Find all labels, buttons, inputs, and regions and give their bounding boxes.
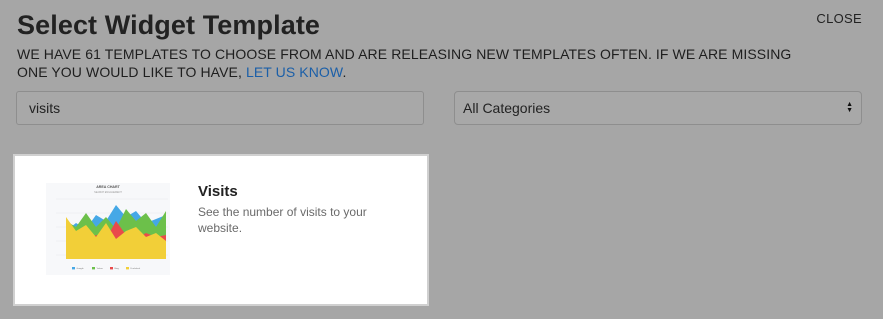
area-chart-thumbnail-icon: AREA CHART SEARCH ENGAGEMENT Google Yaho… [56, 185, 168, 270]
thumb-title: AREA CHART [96, 185, 120, 189]
template-card-visits[interactable]: AREA CHART SEARCH ENGAGEMENT Google Yaho… [13, 154, 429, 306]
dialog-title: Select Widget Template [17, 10, 321, 40]
thumb-legend: Google Yahoo Bing Duckduck [72, 267, 141, 270]
svg-text:Bing: Bing [115, 268, 120, 270]
template-name: Visits [198, 183, 238, 200]
template-description: See the number of visits to your website… [198, 205, 367, 235]
intro-body: WE HAVE 61 TEMPLATES TO CHOOSE FROM AND … [17, 46, 792, 80]
category-select[interactable]: All Categories ▲ ▼ [454, 91, 862, 125]
svg-text:Google: Google [77, 268, 85, 270]
category-select-value: All Categories [463, 100, 551, 116]
thumb-subtitle: SEARCH ENGAGEMENT [94, 191, 122, 194]
let-us-know-link[interactable]: LET US KNOW [246, 64, 343, 80]
svg-text:Yahoo: Yahoo [97, 268, 104, 270]
template-thumbnail: AREA CHART SEARCH ENGAGEMENT Google Yaho… [46, 183, 170, 275]
intro-end: . [342, 64, 347, 80]
search-input[interactable] [16, 91, 424, 125]
svg-text:Duckduck: Duckduck [131, 268, 142, 270]
select-arrows-icon: ▲ ▼ [846, 101, 853, 114]
intro-text: WE HAVE 61 TEMPLATES TO CHOOSE FROM AND … [17, 45, 817, 81]
close-button[interactable]: CLOSE [816, 11, 862, 26]
